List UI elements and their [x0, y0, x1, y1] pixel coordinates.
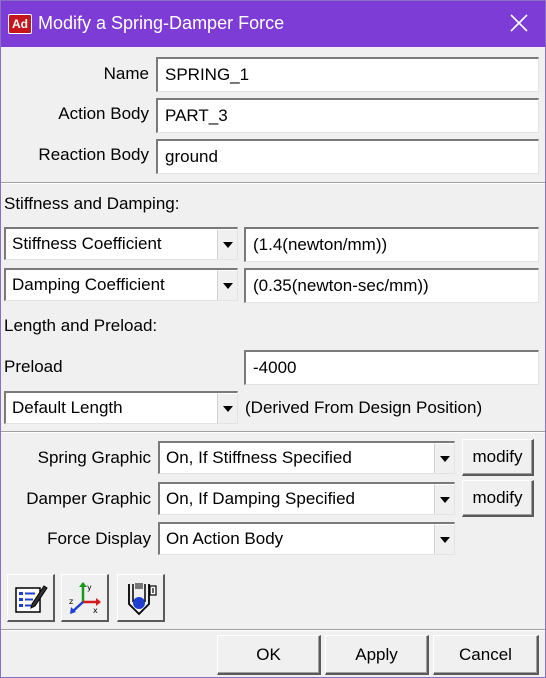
- chevron-down-icon[interactable]: [434, 443, 454, 473]
- damping-value-input[interactable]: [253, 270, 538, 302]
- spring-graphic-select[interactable]: On, If Stiffness Specified: [158, 441, 455, 474]
- stiffness-value-field[interactable]: [244, 227, 539, 262]
- function-builder-button[interactable]: [117, 574, 165, 622]
- close-button[interactable]: [495, 1, 545, 47]
- damper-modify-button[interactable]: modify: [462, 480, 534, 517]
- action-body-label: Action Body: [58, 104, 149, 123]
- damping-type-value: Damping Coefficient: [12, 275, 165, 294]
- damping-value-field[interactable]: [244, 268, 539, 303]
- window-title: Modify a Spring-Damper Force: [38, 13, 285, 33]
- chevron-down-icon[interactable]: [434, 484, 454, 514]
- action-body-input[interactable]: [165, 100, 538, 132]
- separator: [1, 182, 545, 184]
- preload-field[interactable]: [244, 350, 539, 385]
- spring-modify-button[interactable]: modify: [462, 439, 534, 476]
- edit-form-icon: [15, 585, 48, 613]
- reaction-body-field[interactable]: [156, 139, 539, 174]
- action-body-field[interactable]: [156, 98, 539, 133]
- app-logo-icon: Ad: [8, 14, 32, 34]
- reaction-body-label: Reaction Body: [38, 145, 149, 164]
- chevron-down-icon[interactable]: [217, 393, 237, 423]
- ok-button[interactable]: OK: [217, 635, 321, 675]
- coordinate-axes-button[interactable]: y x z: [61, 574, 109, 622]
- length-preload-heading: Length and Preload:: [4, 316, 158, 335]
- chevron-down-icon[interactable]: [434, 524, 454, 554]
- svg-text:x: x: [93, 606, 98, 615]
- stiffness-type-select[interactable]: Stiffness Coefficient: [4, 227, 238, 260]
- length-note: (Derived From Design Position): [245, 398, 483, 417]
- name-input[interactable]: [165, 59, 538, 91]
- force-display-select[interactable]: On Action Body: [158, 522, 455, 555]
- svg-text:z: z: [69, 597, 73, 606]
- stiffness-type-value: Stiffness Coefficient: [12, 234, 162, 253]
- force-display-label: Force Display: [47, 529, 151, 548]
- chevron-down-icon[interactable]: [217, 229, 237, 259]
- damper-graphic-label: Damper Graphic: [26, 489, 151, 508]
- svg-text:y: y: [87, 583, 92, 592]
- separator: [1, 431, 545, 433]
- apply-button[interactable]: Apply: [325, 635, 429, 675]
- length-type-select[interactable]: Default Length: [4, 391, 238, 424]
- function-builder-icon: [128, 583, 157, 616]
- name-label: Name: [103, 64, 149, 83]
- damper-graphic-value: On, If Damping Specified: [166, 489, 355, 508]
- spring-graphic-value: On, If Stiffness Specified: [166, 448, 352, 467]
- edit-form-button[interactable]: [7, 574, 55, 622]
- force-display-value: On Action Body: [166, 529, 284, 548]
- stiffness-damping-heading: Stiffness and Damping:: [4, 194, 180, 213]
- preload-label: Preload: [4, 357, 63, 376]
- close-icon: [510, 14, 528, 32]
- spring-graphic-label: Spring Graphic: [37, 448, 151, 467]
- separator: [1, 629, 545, 631]
- name-field[interactable]: [156, 57, 539, 92]
- reaction-body-input[interactable]: [165, 141, 538, 173]
- length-type-value: Default Length: [12, 398, 123, 417]
- preload-input[interactable]: [253, 352, 538, 384]
- chevron-down-icon[interactable]: [217, 270, 237, 300]
- stiffness-value-input[interactable]: [253, 229, 538, 261]
- coordinate-axes-icon: y x z: [69, 582, 101, 615]
- cancel-button[interactable]: Cancel: [433, 635, 539, 675]
- damper-graphic-select[interactable]: On, If Damping Specified: [158, 482, 455, 515]
- title-bar[interactable]: Ad Modify a Spring-Damper Force: [1, 1, 545, 47]
- dialog-window: Ad Modify a Spring-Damper Force Name Act…: [0, 0, 546, 678]
- damping-type-select[interactable]: Damping Coefficient: [4, 268, 238, 301]
